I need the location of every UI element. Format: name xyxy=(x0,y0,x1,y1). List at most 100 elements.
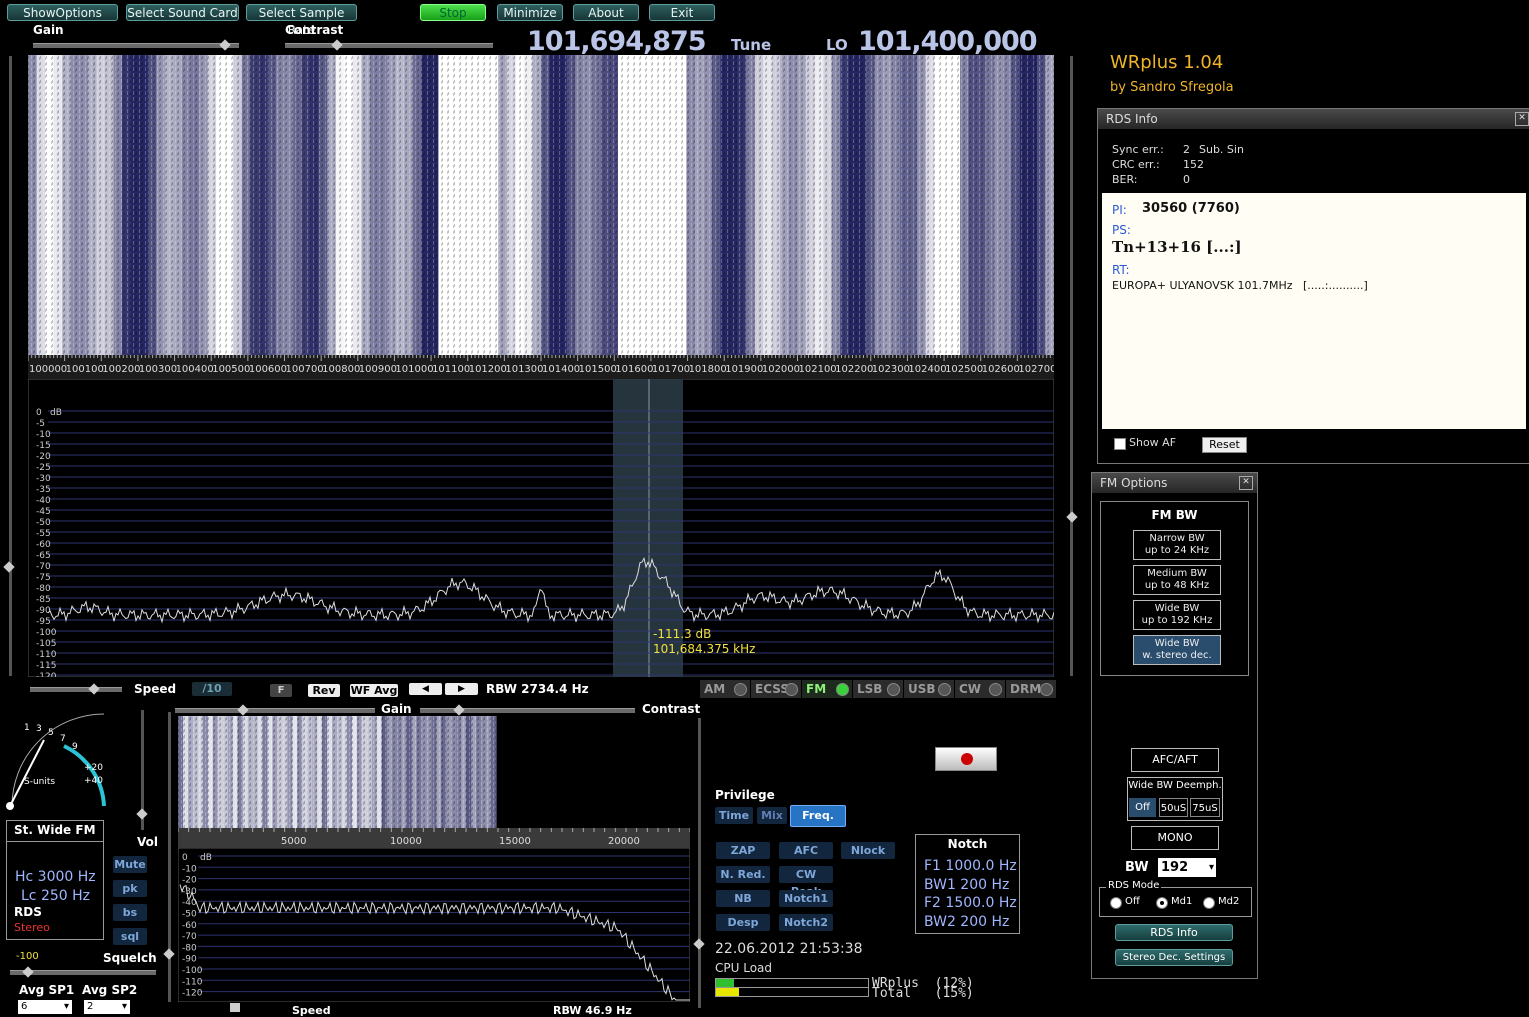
frequency-tick-label: 101700 xyxy=(652,364,690,375)
mode-button-usb[interactable]: USB xyxy=(904,680,954,698)
deemph-off-button[interactable]: Off xyxy=(1129,798,1156,817)
db-tick-label: -15 xyxy=(36,441,51,451)
deemph-75us-button[interactable]: 75uS xyxy=(1190,798,1220,817)
lo-frequency[interactable]: 101,400,000 xyxy=(858,26,1038,57)
rds-off-radio[interactable] xyxy=(1110,897,1122,909)
mode-button-am[interactable]: AM xyxy=(700,680,750,698)
wf-avg-button[interactable]: WF Avg xyxy=(350,684,398,697)
rds-info-button[interactable]: RDS Info xyxy=(1115,924,1233,941)
medium-bw-line1: Medium BW xyxy=(1147,568,1207,579)
audio-gain-slider[interactable] xyxy=(175,704,375,716)
sql-button[interactable]: sql xyxy=(113,928,147,945)
rds-md2-radio[interactable] xyxy=(1203,897,1215,909)
squelch-slider[interactable] xyxy=(10,966,156,978)
frequency-tick-label: 101200 xyxy=(469,364,507,375)
afc-aft-button[interactable]: AFC/AFT xyxy=(1131,748,1219,772)
step-right-button[interactable]: ▶ xyxy=(445,683,478,695)
audio-db-tick-label: -50 xyxy=(182,910,197,920)
minimize-button[interactable]: Minimize xyxy=(497,4,563,21)
led-icon xyxy=(887,683,900,696)
div10-button[interactable]: /10 xyxy=(192,682,232,696)
mode-label: CW xyxy=(959,682,982,696)
f-button[interactable]: F xyxy=(270,684,292,697)
rds-mode-group: RDS Mode Off Md1 Md2 xyxy=(1099,880,1252,917)
audio-contrast-slider-handle[interactable] xyxy=(453,704,465,716)
gain-slider-handle[interactable] xyxy=(218,39,231,51)
close-icon[interactable]: ✕ xyxy=(1515,112,1529,126)
privilege-time-button[interactable]: Time xyxy=(715,807,753,824)
cw-peak-button[interactable]: CW Peak xyxy=(779,866,833,898)
mode-button-ecss[interactable]: ECSS xyxy=(751,680,801,698)
rev-button[interactable]: Rev xyxy=(308,684,340,697)
right-vertical-slider[interactable] xyxy=(1070,56,1073,676)
left-vertical-slider[interactable] xyxy=(9,56,12,676)
show-af-checkbox[interactable] xyxy=(1114,438,1126,450)
frequency-tick-label: 101500 xyxy=(579,364,617,375)
main-waterfall[interactable] xyxy=(28,55,1054,355)
about-button[interactable]: About xyxy=(573,4,639,21)
privilege-mix-button[interactable]: Mix xyxy=(757,807,787,824)
audio-frequency-scale[interactable]: 5000 10000 15000 20000 xyxy=(178,828,690,848)
contrast-slider-handle[interactable] xyxy=(331,39,343,51)
stop-button[interactable]: Stop xyxy=(420,4,486,21)
volume-slider-handle[interactable] xyxy=(136,808,148,820)
notch-bw2: BW2 200 Hz xyxy=(924,914,1010,930)
audio-speed-slider-handle[interactable] xyxy=(230,1003,240,1012)
mode-button-lsb[interactable]: LSB xyxy=(853,680,903,698)
desp-button[interactable]: Desp xyxy=(716,914,770,931)
mode-button-fm[interactable]: FM xyxy=(802,680,852,698)
select-sound-card-button[interactable]: Select Sound Card xyxy=(126,4,239,21)
wide-bw-stereo-button[interactable]: Wide BW w. stereo dec. xyxy=(1133,635,1221,665)
mode-button-drm[interactable]: DRM xyxy=(1006,680,1056,698)
notch-f1: F1 1000.0 Hz xyxy=(924,858,1017,874)
audio-spectrum[interactable]: 0-10-20-30-40-50-60-70-80-90-100-110-120… xyxy=(178,848,690,1002)
wide-bw-button[interactable]: Wide BW up to 192 KHz xyxy=(1133,600,1221,630)
rds-md1-radio[interactable] xyxy=(1156,897,1168,909)
audio-right-slider-handle[interactable] xyxy=(693,938,705,950)
audio-gain-slider-handle[interactable] xyxy=(237,704,249,716)
record-button[interactable] xyxy=(935,747,997,771)
afc-button[interactable]: AFC xyxy=(779,842,833,859)
narrow-bw-button[interactable]: Narrow BW up to 24 KHz xyxy=(1133,530,1221,560)
medium-bw-button[interactable]: Medium BW up to 48 KHz xyxy=(1133,565,1221,595)
zap-button[interactable]: ZAP xyxy=(716,842,770,859)
avg-sp1-label: Avg SP1 xyxy=(19,983,75,997)
notch2-button[interactable]: Notch2 xyxy=(779,914,833,931)
select-sample-rate-button[interactable]: Select Sample Rate xyxy=(246,4,357,37)
close-icon[interactable]: ✕ xyxy=(1239,476,1253,490)
audio-right-slider[interactable] xyxy=(698,718,701,1008)
noise-reduction-button[interactable]: N. Red. xyxy=(716,866,770,883)
speed-slider[interactable] xyxy=(30,683,122,695)
deemph-50us-button[interactable]: 50uS xyxy=(1159,798,1188,817)
exit-button[interactable]: Exit xyxy=(649,4,715,21)
notch1-button[interactable]: Notch1 xyxy=(779,890,833,907)
tune-frequency[interactable]: 101,694,875 xyxy=(527,26,707,57)
rds-reset-button[interactable]: Reset xyxy=(1202,437,1247,453)
show-options-button[interactable]: ShowOptions xyxy=(7,4,118,21)
audio-left-slider-handle[interactable] xyxy=(163,948,175,960)
stereo-dec-settings-button[interactable]: Stereo Dec. Settings xyxy=(1115,949,1233,966)
speed-slider-handle[interactable] xyxy=(88,683,101,695)
squelch-slider-handle[interactable] xyxy=(21,966,34,978)
db-tick-label: -90 xyxy=(36,606,51,616)
contrast-slider[interactable] xyxy=(285,39,493,51)
nlock-button[interactable]: Nlock xyxy=(841,842,895,859)
mode-button-cw[interactable]: CW xyxy=(955,680,1005,698)
main-spectrum[interactable]: 0-5-10-15-20-25-30-35-40-45-50-55-60-65-… xyxy=(28,379,1054,677)
noise-blanker-button[interactable]: NB xyxy=(716,890,770,907)
app-title: WRplus 1.04 xyxy=(1110,52,1224,73)
privilege-freq-button[interactable]: Freq. xyxy=(790,805,846,827)
s-meter-tick-label: 3 xyxy=(36,724,42,734)
frequency-scale[interactable]: 100000 100100 100200 100300 100400 100500 1006… xyxy=(28,355,1054,379)
bs-button[interactable]: bs xyxy=(113,904,147,921)
audio-waterfall[interactable] xyxy=(178,716,690,828)
mute-button[interactable]: Mute xyxy=(113,856,147,873)
mono-button[interactable]: MONO xyxy=(1131,826,1219,850)
audio-contrast-slider[interactable] xyxy=(420,704,635,716)
left-vertical-slider-handle[interactable] xyxy=(3,561,15,573)
gain-slider[interactable] xyxy=(33,39,239,51)
pk-button[interactable]: pk xyxy=(113,880,147,897)
right-vertical-slider-handle[interactable] xyxy=(1066,511,1078,523)
bw-select[interactable]: 192 ▾ xyxy=(1158,858,1216,877)
step-left-button[interactable]: ◀ xyxy=(409,683,442,695)
